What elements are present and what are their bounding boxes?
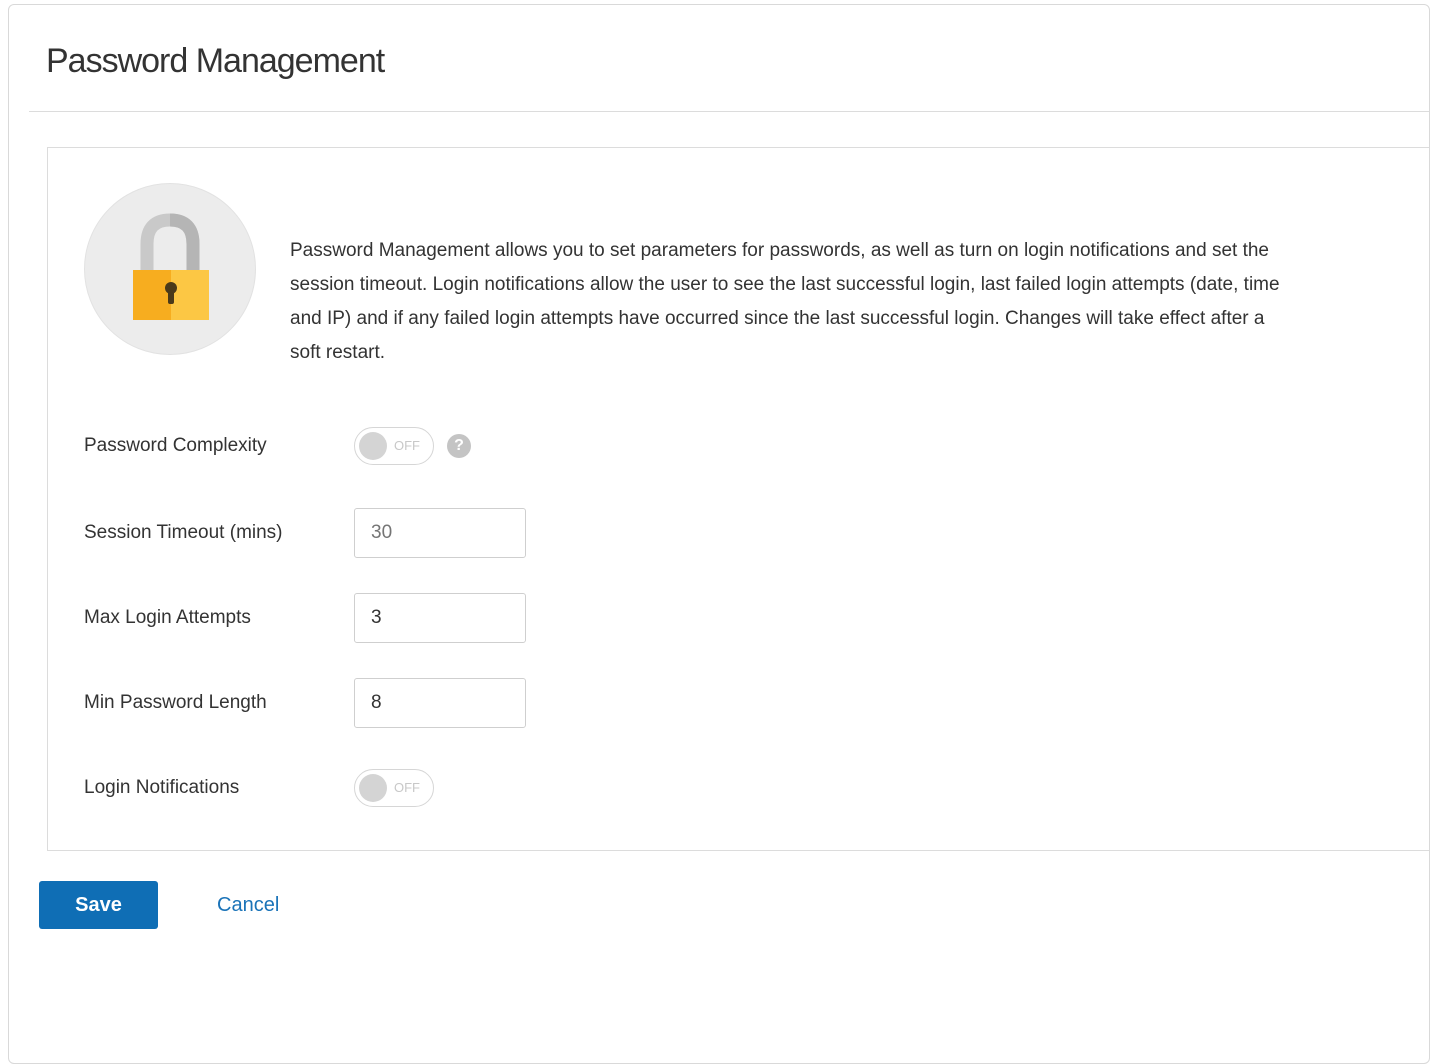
max-login-attempts-label: Max Login Attempts	[84, 607, 251, 628]
min-password-length-label: Min Password Length	[84, 692, 267, 713]
save-button[interactable]: Save	[39, 881, 158, 929]
login-notifications-toggle[interactable]: OFF	[354, 769, 434, 807]
max-login-attempts-input[interactable]	[354, 593, 526, 643]
padlock-badge	[84, 183, 256, 355]
title-divider	[29, 111, 1429, 112]
password-settings-panel: Password Management allows you to set pa…	[47, 147, 1429, 851]
login-notifications-row: Login Notifications OFF	[84, 763, 504, 813]
toggle-state-label: OFF	[394, 438, 420, 453]
session-timeout-label: Session Timeout (mins)	[84, 522, 283, 543]
padlock-icon	[133, 213, 209, 320]
intro-description: Password Management allows you to set pa…	[290, 240, 1280, 363]
min-password-length-input[interactable]	[354, 678, 526, 728]
max-login-attempts-row: Max Login Attempts	[84, 593, 544, 643]
session-timeout-row: Session Timeout (mins)	[84, 508, 544, 558]
password-complexity-toggle[interactable]: OFF	[354, 427, 434, 465]
question-mark-icon[interactable]: ?	[447, 434, 471, 458]
toggle-knob	[359, 432, 387, 460]
toggle-knob	[359, 774, 387, 802]
min-password-length-row: Min Password Length	[84, 678, 544, 728]
toggle-state-label: OFF	[394, 780, 420, 795]
settings-card: Password Management Password Management …	[8, 4, 1430, 1064]
session-timeout-input[interactable]	[354, 508, 526, 558]
cancel-link[interactable]: Cancel	[217, 881, 279, 929]
password-complexity-label: Password Complexity	[84, 435, 267, 456]
page-title: Password Management	[46, 42, 385, 80]
login-notifications-label: Login Notifications	[84, 777, 240, 798]
password-complexity-row: Password Complexity OFF ?	[84, 421, 504, 471]
